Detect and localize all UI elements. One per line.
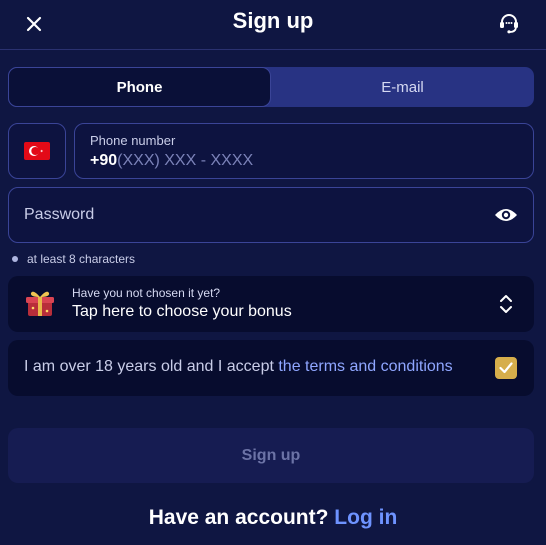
- chevron-up-down-icon: [500, 295, 512, 313]
- phone-number-input[interactable]: Phone number +90(XXX) XXX - XXXX: [74, 123, 534, 179]
- password-input[interactable]: Password: [8, 187, 534, 243]
- header: Sign up: [0, 0, 546, 50]
- phone-number-label: Phone number: [90, 133, 176, 148]
- terms-link[interactable]: the terms and conditions: [278, 358, 452, 375]
- page-title: Sign up: [232, 8, 314, 33]
- terms-checkbox[interactable]: [495, 357, 517, 379]
- terms-consent: I am over 18 years old and I accept the …: [8, 340, 534, 396]
- support-button[interactable]: [496, 10, 522, 36]
- gift-icon: [26, 291, 54, 316]
- country-selector[interactable]: [8, 123, 66, 179]
- password-placeholder: Password: [24, 206, 95, 223]
- phone-number-placeholder: (XXX) XXX - XXXX: [117, 152, 254, 169]
- login-prompt: Have an account? Log in: [0, 506, 546, 530]
- phone-number-value: +90(XXX) XXX - XXXX: [90, 152, 253, 170]
- login-link[interactable]: Log in: [334, 506, 397, 529]
- sign-up-button[interactable]: Sign up: [8, 428, 534, 483]
- bullet-icon: [12, 256, 18, 262]
- terms-text: I am over 18 years old and I accept the …: [24, 358, 453, 376]
- password-hint-text: at least 8 characters: [27, 252, 136, 266]
- password-visibility-toggle[interactable]: [493, 204, 519, 226]
- signup-method-tabs: Phone E-mail: [8, 67, 534, 107]
- bonus-question: Have you not chosen it yet?: [72, 286, 221, 300]
- bonus-action-text: Tap here to choose your bonus: [72, 303, 292, 320]
- flag-turkey-icon: [24, 142, 50, 160]
- checkmark-icon: [499, 362, 513, 374]
- phone-country-code: +90: [90, 152, 118, 169]
- login-prompt-text: Have an account?: [148, 506, 329, 529]
- support-agent-icon: [500, 14, 518, 34]
- terms-statement: I am over 18 years old and I accept: [24, 358, 279, 375]
- bonus-selector[interactable]: Have you not chosen it yet? Tap here to …: [8, 276, 534, 332]
- eye-icon: [495, 209, 517, 221]
- tab-email[interactable]: E-mail: [271, 67, 534, 107]
- password-hint: at least 8 characters: [12, 252, 135, 266]
- tab-phone[interactable]: Phone: [8, 67, 271, 107]
